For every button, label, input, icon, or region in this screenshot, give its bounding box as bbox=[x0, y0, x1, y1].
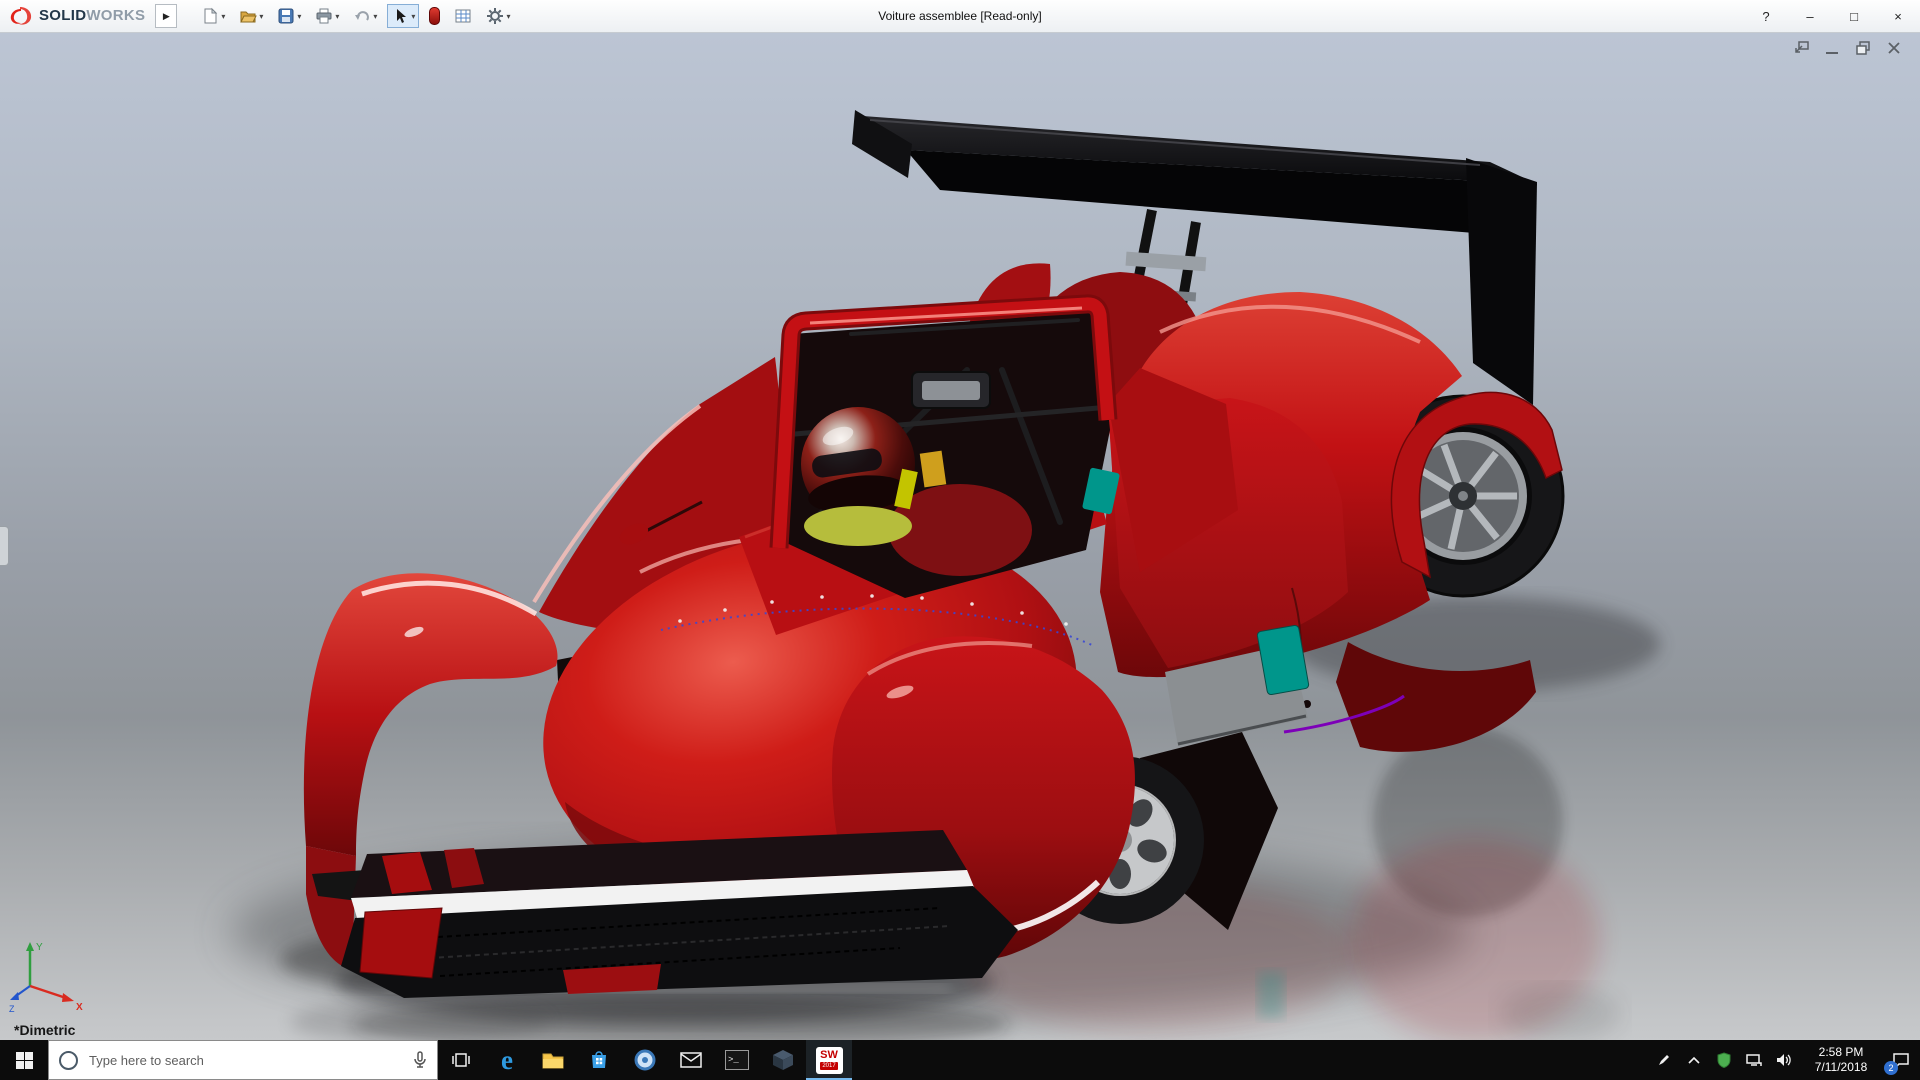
ds-swirl-icon bbox=[10, 7, 32, 25]
tray-overflow-button[interactable] bbox=[1680, 1040, 1708, 1080]
open-button[interactable]: ▾ bbox=[235, 4, 267, 28]
file-explorer-icon bbox=[542, 1053, 564, 1069]
taskbar-item-solidworks[interactable]: SW 2017 bbox=[806, 1040, 852, 1080]
dropdown-caret[interactable]: ▾ bbox=[221, 12, 225, 21]
3d-scene[interactable] bbox=[0, 32, 1920, 1040]
windows-taskbar: e bbox=[0, 1040, 1920, 1080]
solidworks-2017-icon: SW 2017 bbox=[815, 1046, 843, 1074]
notification-badge: 2 bbox=[1884, 1061, 1898, 1075]
view-orientation-label: *Dimetric bbox=[14, 1022, 76, 1038]
design-table-button[interactable] bbox=[450, 4, 476, 28]
save-floppy-icon bbox=[278, 8, 294, 24]
clock[interactable]: 2:58 PM 7/11/2018 bbox=[1800, 1045, 1882, 1075]
solidworks-window: SOLIDWORKS ▶ ▾ ▾ ▾ ▾ ▾ ▾ ▾ Voiture assem… bbox=[0, 0, 1920, 1080]
window-title: Voiture assemblee [Read-only] bbox=[878, 9, 1042, 23]
browser-circle-icon bbox=[634, 1049, 656, 1071]
tray-security-item[interactable] bbox=[1710, 1040, 1738, 1080]
action-center-button[interactable]: 2 bbox=[1884, 1040, 1918, 1080]
window-controls: ? – □ × bbox=[1744, 0, 1920, 32]
rebuild-status-button[interactable] bbox=[425, 4, 444, 28]
graphics-area[interactable]: Y X Z *Dimetric bbox=[0, 32, 1920, 1040]
taskbar-item-mail[interactable] bbox=[668, 1040, 714, 1080]
taskbar-item-store[interactable] bbox=[576, 1040, 622, 1080]
driver-collar bbox=[804, 506, 912, 546]
doc-close-icon[interactable] bbox=[1884, 40, 1904, 56]
axis-y-label: Y bbox=[36, 942, 43, 953]
new-document-icon bbox=[204, 7, 218, 24]
new-document-button[interactable]: ▾ bbox=[197, 4, 229, 28]
taskbar-item-cube-app[interactable] bbox=[760, 1040, 806, 1080]
search-icon bbox=[59, 1050, 78, 1070]
tray-volume-item[interactable] bbox=[1770, 1040, 1798, 1080]
microphone-icon[interactable] bbox=[413, 1051, 427, 1069]
solidworks-logo: SOLIDWORKS bbox=[8, 6, 145, 26]
command-prompt-icon: >_ bbox=[725, 1050, 749, 1070]
dropdown-caret[interactable]: ▾ bbox=[335, 12, 339, 21]
quick-toolbar: ▾ ▾ ▾ ▾ ▾ ▾ ▾ bbox=[197, 4, 514, 28]
minimize-button[interactable]: – bbox=[1788, 0, 1832, 32]
undo-button[interactable]: ▾ bbox=[349, 4, 381, 28]
orientation-triad: Y X Z bbox=[9, 942, 83, 1014]
store-icon bbox=[592, 1051, 606, 1068]
tray-time: 2:58 PM bbox=[1818, 1045, 1864, 1059]
task-view-button[interactable] bbox=[438, 1040, 484, 1080]
windows-logo-icon bbox=[15, 1051, 33, 1069]
dropdown-caret[interactable]: ▾ bbox=[373, 12, 377, 21]
maximize-button[interactable]: □ bbox=[1832, 0, 1876, 32]
brand-works-text: WORKS bbox=[86, 7, 146, 24]
edge-icon: e bbox=[501, 1044, 513, 1075]
document-window-controls bbox=[1791, 40, 1904, 56]
task-view-icon bbox=[452, 1053, 470, 1067]
taskbar-item-command-prompt[interactable]: >_ bbox=[714, 1040, 760, 1080]
print-icon bbox=[316, 8, 332, 24]
chevron-up-icon bbox=[1688, 1056, 1700, 1064]
close-button[interactable]: × bbox=[1876, 0, 1920, 32]
volume-icon bbox=[1777, 1054, 1791, 1066]
doc-restore-down-icon[interactable] bbox=[1791, 40, 1811, 56]
search-input[interactable] bbox=[87, 1051, 404, 1069]
taskbar-item-file-explorer[interactable] bbox=[530, 1040, 576, 1080]
front-canard[interactable] bbox=[359, 907, 443, 979]
design-table-icon bbox=[455, 9, 471, 23]
doc-minimize-icon[interactable] bbox=[1822, 40, 1842, 56]
mail-icon bbox=[680, 1052, 702, 1068]
network-icon bbox=[1746, 1054, 1762, 1066]
taskbar-search[interactable] bbox=[48, 1040, 438, 1080]
gear-icon bbox=[487, 8, 504, 24]
car-3d-model[interactable] bbox=[303, 110, 1565, 998]
front-splitter[interactable] bbox=[341, 830, 1018, 998]
select-arrow-icon bbox=[397, 9, 407, 23]
brand-solid-text: SOLID bbox=[39, 7, 87, 24]
feature-panel-collapsed-tab[interactable] bbox=[0, 526, 9, 566]
intake-box[interactable] bbox=[911, 371, 991, 409]
taskbar-item-browser[interactable] bbox=[622, 1040, 668, 1080]
axis-x-label: X bbox=[76, 1002, 83, 1013]
dropdown-caret[interactable]: ▾ bbox=[506, 12, 510, 21]
axis-z-label: Z bbox=[9, 1004, 15, 1014]
tray-pen-item[interactable] bbox=[1650, 1040, 1678, 1080]
rebuild-status-icon bbox=[429, 7, 441, 25]
open-folder-icon bbox=[240, 11, 258, 23]
start-button[interactable] bbox=[0, 1040, 48, 1080]
dropdown-caret[interactable]: ▾ bbox=[297, 12, 301, 21]
select-tool-button[interactable]: ▾ bbox=[387, 4, 420, 28]
system-tray: 2:58 PM 7/11/2018 2 bbox=[1650, 1040, 1920, 1080]
tray-date: 7/11/2018 bbox=[1814, 1060, 1868, 1074]
dropdown-caret[interactable]: ▾ bbox=[411, 12, 415, 21]
taskbar-item-edge[interactable]: e bbox=[484, 1040, 530, 1080]
tray-network-item[interactable] bbox=[1740, 1040, 1768, 1080]
help-button[interactable]: ? bbox=[1744, 0, 1788, 32]
cube-app-icon bbox=[773, 1050, 793, 1070]
shield-icon bbox=[1717, 1052, 1731, 1068]
pen-icon bbox=[1659, 1055, 1669, 1065]
save-button[interactable]: ▾ bbox=[273, 4, 305, 28]
menu-expand-button[interactable]: ▶ bbox=[155, 4, 178, 28]
print-button[interactable]: ▾ bbox=[311, 4, 343, 28]
doc-restore-icon[interactable] bbox=[1853, 40, 1873, 56]
titlebar: SOLIDWORKS ▶ ▾ ▾ ▾ ▾ ▾ ▾ ▾ Voiture assem… bbox=[0, 0, 1920, 33]
undo-icon bbox=[355, 11, 370, 21]
dropdown-caret[interactable]: ▾ bbox=[259, 12, 263, 21]
options-button[interactable]: ▾ bbox=[482, 4, 514, 28]
